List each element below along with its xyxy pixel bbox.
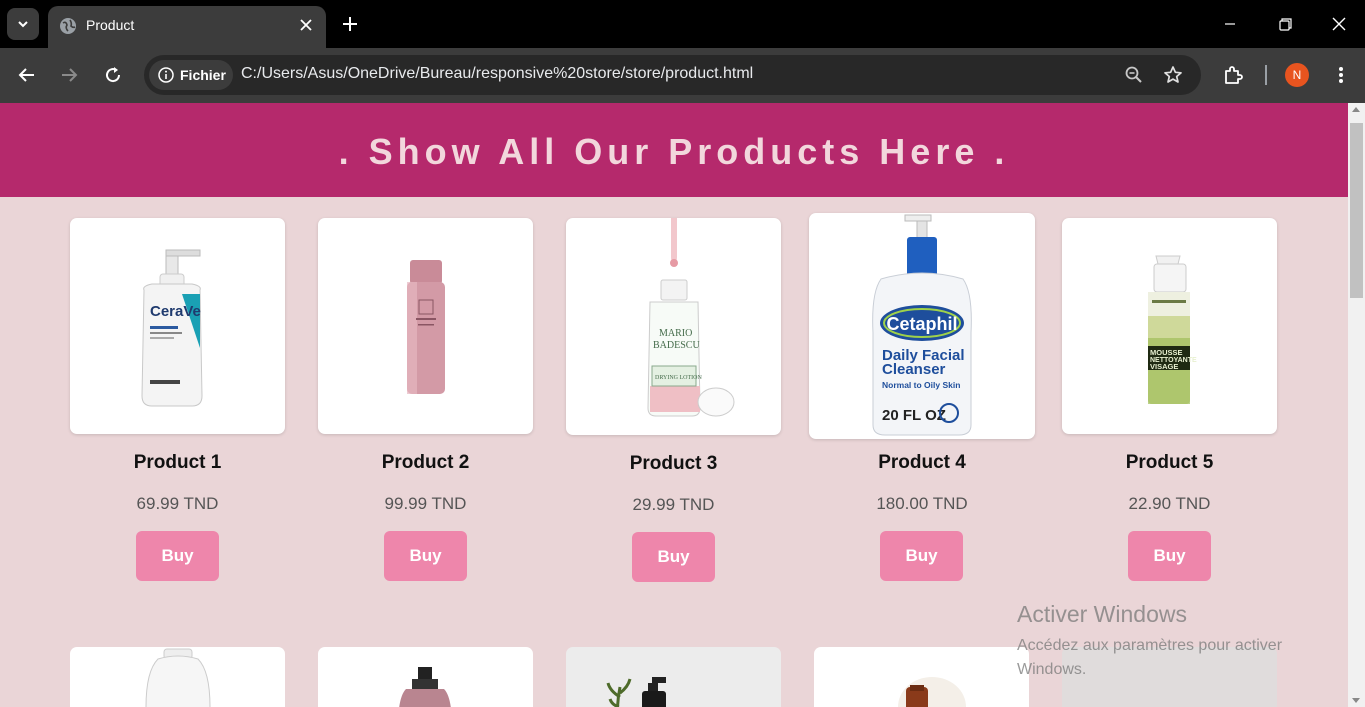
product-4-line-2: Cleanser — [882, 361, 946, 378]
menu-button[interactable] — [1326, 60, 1356, 90]
zoom-button[interactable] — [1122, 63, 1146, 87]
white-bottle-image — [145, 648, 211, 707]
product-name: Product 2 — [381, 452, 470, 473]
arrow-right-icon — [62, 68, 78, 82]
product-name: Product 1 — [133, 452, 222, 473]
address-bar[interactable]: Fichier C:/Users/Asus/OneDrive/Bureau/re… — [144, 55, 1201, 95]
product-name: Product 5 — [1125, 452, 1214, 473]
plant-and-bottle-image — [606, 677, 666, 707]
tab-bar: Product — [0, 0, 1365, 48]
arrow-left-icon — [18, 68, 34, 82]
tab-search-button[interactable] — [7, 8, 39, 40]
scroll-down-arrow-icon[interactable] — [1352, 698, 1360, 703]
product-4-line-3: Normal to Oily Skin — [882, 380, 960, 390]
scroll-up-arrow-icon[interactable] — [1352, 107, 1360, 112]
chevron-down-icon — [18, 21, 28, 28]
bookmark-button[interactable] — [1161, 63, 1185, 87]
puzzle-icon — [1225, 66, 1243, 84]
buy-button[interactable]: Buy — [136, 531, 219, 581]
toolbar-separator — [1265, 65, 1267, 85]
reload-button[interactable] — [98, 60, 128, 90]
product-card-image — [566, 647, 781, 707]
watermark-title: Activer Windows — [1017, 601, 1187, 627]
product-card-image — [70, 647, 285, 707]
page-banner: . Show All Our Products Here . — [0, 103, 1348, 197]
buy-button[interactable]: Buy — [880, 531, 963, 581]
restore-button[interactable] — [1258, 0, 1312, 48]
cerave-cleanser-image: CeraVe — [70, 218, 285, 434]
product-price: 29.99 TND — [632, 495, 715, 514]
product-price: 22.90 TND — [1128, 494, 1211, 513]
tab-close-button[interactable] — [296, 15, 316, 35]
scrollbar-thumb[interactable] — [1350, 123, 1363, 298]
buy-button[interactable]: Buy — [384, 531, 467, 581]
product-price: 180.00 TND — [876, 494, 968, 513]
site-info-label: Fichier — [180, 67, 226, 83]
product-3-brand-1: MARIO — [659, 328, 692, 339]
watermark-subtitle: Accédez aux paramètres pour activer Wind… — [1017, 637, 1283, 678]
restore-icon — [1278, 17, 1292, 31]
more-vertical-icon — [1339, 67, 1343, 83]
new-tab-button[interactable] — [336, 10, 364, 38]
product-3-line: DRYING LOTION — [655, 375, 702, 381]
page-title: . Show All Our Products Here . — [338, 131, 1010, 172]
dark-pump-bottle-image — [399, 667, 451, 707]
forward-button[interactable] — [54, 60, 84, 90]
star-icon — [1164, 66, 1182, 83]
product-card-image — [814, 647, 1029, 707]
brown-bottle-image — [898, 677, 966, 707]
buy-button[interactable]: Buy — [632, 532, 715, 582]
minimize-button[interactable] — [1203, 0, 1257, 48]
close-icon — [1332, 17, 1346, 31]
product-name: Product 3 — [629, 453, 718, 474]
product-3-brand-2: BADESCU — [653, 340, 700, 351]
extensions-button[interactable] — [1218, 60, 1248, 90]
page-scrollbar[interactable] — [1348, 103, 1365, 707]
browser-toolbar: Fichier C:/Users/Asus/OneDrive/Bureau/re… — [0, 48, 1365, 103]
pink-bottle-image — [318, 218, 533, 434]
minimize-icon — [1225, 23, 1235, 25]
mario-badescu-image: MARIO BADESCU DRYING LOTION — [566, 218, 781, 435]
profile-avatar[interactable]: N — [1285, 63, 1309, 87]
product-4-size: 20 FL OZ — [882, 407, 946, 424]
cetaphil-image: Cetaphil Daily Facial Cleanser Normal to… — [809, 213, 1035, 439]
product-4-brand: Cetaphil — [886, 314, 957, 334]
reload-icon — [106, 67, 121, 83]
zoom-out-icon — [1125, 66, 1142, 83]
product-price: 69.99 TND — [136, 494, 219, 513]
product-card-image — [318, 647, 533, 707]
buy-button[interactable]: Buy — [1128, 531, 1211, 581]
foam-cleanser-image: MOUSSE NETTOYANTE VISAGE — [1062, 218, 1277, 434]
plus-icon — [343, 17, 357, 31]
close-icon — [300, 19, 312, 31]
product-5-line-1: MOUSSE — [1150, 348, 1183, 357]
product-1-brand: CeraVe — [150, 303, 201, 320]
close-window-button[interactable] — [1312, 0, 1365, 48]
windows-activation-watermark: Activer Windows Accédez aux paramètres p… — [1017, 601, 1317, 682]
info-icon — [158, 67, 174, 83]
product-name: Product 4 — [878, 452, 966, 473]
back-button[interactable] — [12, 60, 42, 90]
browser-tab[interactable]: Product — [48, 6, 326, 48]
url-text[interactable]: C:/Users/Asus/OneDrive/Bureau/responsive… — [241, 65, 753, 83]
globe-icon — [60, 18, 76, 34]
product-price: 99.99 TND — [384, 494, 467, 513]
product-5-line-3: VISAGE — [1150, 362, 1178, 371]
site-info-chip[interactable]: Fichier — [149, 60, 233, 90]
tab-title: Product — [86, 17, 135, 33]
